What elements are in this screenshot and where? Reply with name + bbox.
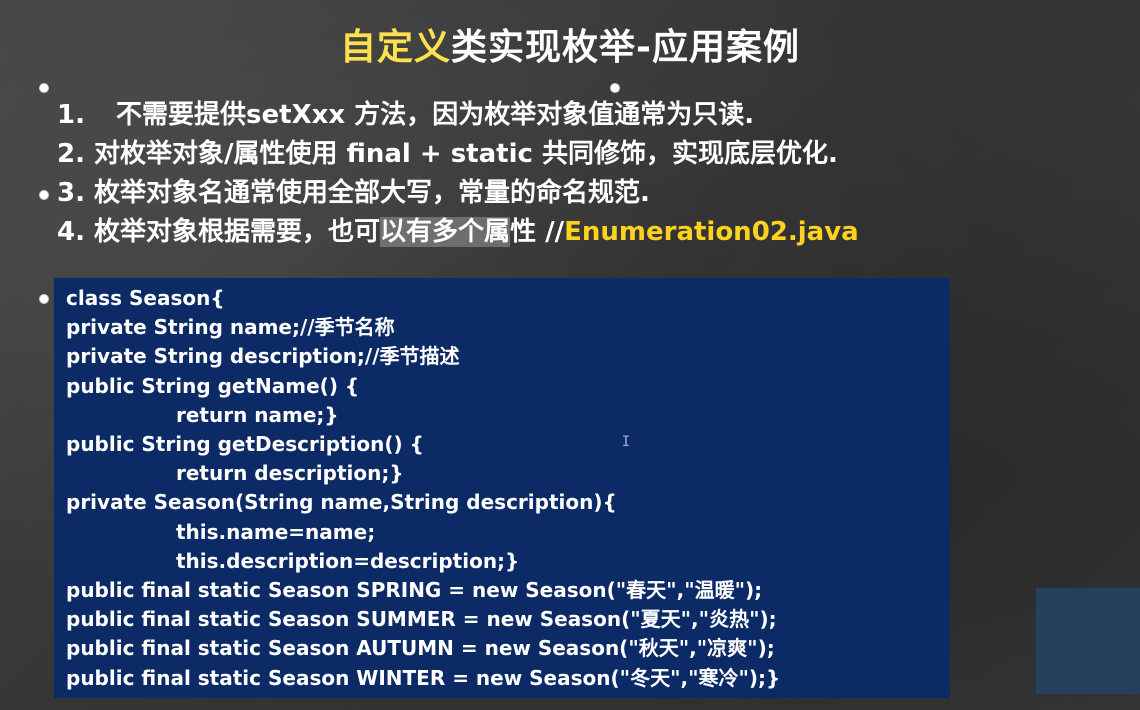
code-line: public final static Season WINTER = new … [66,665,781,690]
code-line: public String getDescription() { [66,432,424,457]
point-text: 枚举对象名通常使用全部大写，常量的命名规范. [94,178,650,208]
point-1: 1. 不需要提供setXxx 方法，因为枚举对象值通常为只读. [57,96,1117,135]
selection-handle-top-left[interactable] [39,83,49,93]
code-line: return name;} [176,402,339,427]
point-number: 1. [57,100,85,130]
title-rest: 类实现枚举-应用案例 [451,27,800,68]
code-line: private String name;//季节名称 [66,315,395,340]
code-line: private Season(String name,String descri… [66,490,617,515]
point-text-shaded: 以有多个属 [380,217,511,247]
code-line: return description;} [176,461,404,486]
code-line: class Season{ [66,286,225,310]
slide-title: 自定义类实现枚举-应用案例 [0,18,1140,70]
code-line: this.description=description;} [176,548,520,573]
selection-handle-bottom-left[interactable] [39,294,49,304]
point-number: 2. [57,139,85,169]
point-number: 4. [57,217,85,247]
point-text-b: 性 // [510,217,565,247]
points-list: 1. 不需要提供setXxx 方法，因为枚举对象值通常为只读. 2. 对枚举对象… [57,96,1117,252]
selection-handle-middle-left[interactable] [39,190,49,200]
text-cursor-icon: I [621,434,631,450]
code-line: public String getName() { [66,373,360,398]
slide: 自定义类实现枚举-应用案例 1. 不需要提供setXxx 方法，因为枚举对象值通… [0,0,1140,710]
code-line: this.name=name; [176,519,376,544]
corner-panel [1036,588,1140,694]
point-file-name: Enumeration02.java [564,217,859,247]
point-text: 不需要提供setXxx 方法，因为枚举对象值通常为只读. [116,100,755,130]
point-number: 3. [57,178,85,208]
selection-handle-top-center[interactable] [610,83,620,93]
point-4: 4. 枚举对象根据需要，也可以有多个属性 //Enumeration02.jav… [57,213,1117,252]
point-text: 对枚举对象/属性使用 final + static 共同修饰，实现底层优化. [94,139,838,169]
code-line: public final static Season SPRING = new … [66,578,763,603]
code-line: public final static Season SUMMER = new … [66,607,777,632]
code-line: private String description;//季节描述 [66,344,460,369]
point-2: 2. 对枚举对象/属性使用 final + static 共同修饰，实现底层优化… [57,135,1117,174]
point-3: 3. 枚举对象名通常使用全部大写，常量的命名规范. [57,174,1117,213]
code-line: public final static Season AUTUMN = new … [66,636,775,661]
title-highlight: 自定义 [340,27,452,68]
code-box[interactable]: class Season{ private String name;//季节名称… [54,278,950,698]
point-text-a: 枚举对象根据需要，也可 [94,217,381,247]
